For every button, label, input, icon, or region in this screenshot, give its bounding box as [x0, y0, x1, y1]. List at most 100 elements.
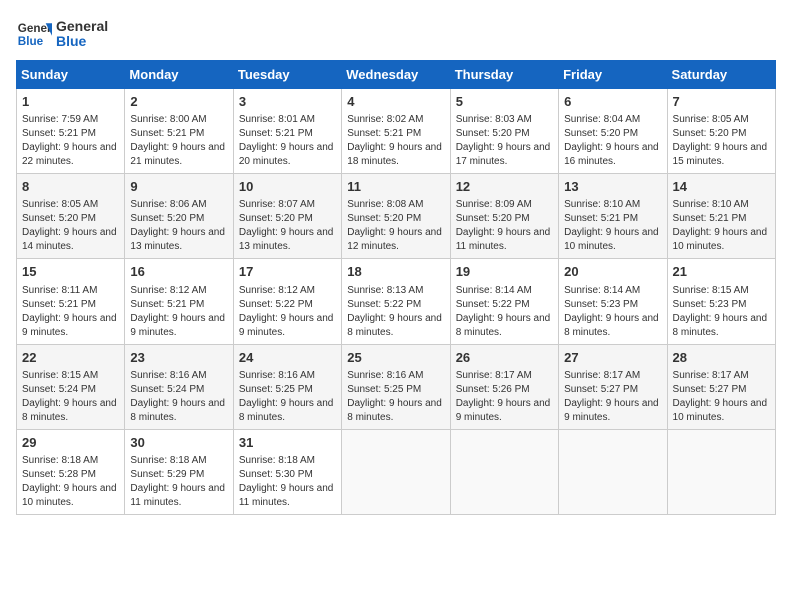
sunset-text: Sunset: 5:21 PM: [130, 128, 204, 139]
day-number: 27: [564, 349, 661, 367]
day-number: 8: [22, 178, 119, 196]
calendar-cell: [342, 429, 450, 514]
daylight-text: Daylight: 9 hours and 8 minutes.: [130, 398, 225, 423]
sunset-text: Sunset: 5:20 PM: [239, 213, 313, 224]
sunrise-text: Sunrise: 8:06 AM: [130, 199, 206, 210]
calendar-week-row: 8 Sunrise: 8:05 AM Sunset: 5:20 PM Daylight…: [17, 174, 776, 259]
day-number: 31: [239, 434, 336, 452]
sunrise-text: Sunrise: 8:00 AM: [130, 114, 206, 125]
calendar-cell: 1 Sunrise: 7:59 AM Sunset: 5:21 PM Daylight…: [17, 89, 125, 174]
calendar-cell: 4Sunrise: 8:02 AMSunset: 5:21 PMDaylight…: [342, 89, 450, 174]
sunrise-text: Sunrise: 8:03 AM: [456, 114, 532, 125]
weekday-header-friday: Friday: [559, 61, 667, 89]
sunset-text: Sunset: 5:21 PM: [22, 299, 96, 310]
sunset-text: Sunset: 5:21 PM: [347, 128, 421, 139]
sunrise-text: Sunrise: 8:01 AM: [239, 114, 315, 125]
calendar-cell: 16Sunrise: 8:12 AMSunset: 5:21 PMDayligh…: [125, 259, 233, 344]
sunrise-text: Sunrise: 8:02 AM: [347, 114, 423, 125]
sunset-text: Sunset: 5:20 PM: [130, 213, 204, 224]
daylight-text: Daylight: 9 hours and 8 minutes.: [673, 313, 768, 338]
sunset-text: Sunset: 5:22 PM: [239, 299, 313, 310]
day-number: 29: [22, 434, 119, 452]
weekday-header-thursday: Thursday: [450, 61, 558, 89]
sunrise-text: Sunrise: 8:18 AM: [239, 455, 315, 466]
day-number: 26: [456, 349, 553, 367]
calendar-cell: 29Sunrise: 8:18 AMSunset: 5:28 PMDayligh…: [17, 429, 125, 514]
calendar-cell: 10 Sunrise: 8:07 AM Sunset: 5:20 PM Dayligh…: [233, 174, 341, 259]
sunrise-text: Sunrise: 8:13 AM: [347, 285, 423, 296]
daylight-text: Daylight: 9 hours and 8 minutes.: [456, 313, 551, 338]
day-number: 11: [347, 178, 444, 196]
sunrise-text: Sunrise: 8:14 AM: [456, 285, 532, 296]
day-number: 3: [239, 93, 336, 111]
daylight-text: Daylight: 9 hours and 8 minutes.: [347, 398, 442, 423]
sunrise-text: Sunrise: 8:05 AM: [22, 199, 98, 210]
daylight-text: Daylight: 9 hours and 8 minutes.: [22, 398, 117, 423]
daylight-text: Daylight: 9 hours and 13 minutes.: [239, 227, 334, 252]
day-number: 19: [456, 263, 553, 281]
calendar-cell: 12Sunrise: 8:09 AMSunset: 5:20 PMDayligh…: [450, 174, 558, 259]
calendar-cell: 30Sunrise: 8:18 AMSunset: 5:29 PMDayligh…: [125, 429, 233, 514]
calendar-cell: 2 Sunrise: 8:00 AM Sunset: 5:21 PM Daylight…: [125, 89, 233, 174]
sunrise-text: Sunrise: 8:16 AM: [239, 370, 315, 381]
sunrise-text: Sunrise: 7:59 AM: [22, 114, 98, 125]
calendar-cell: 25Sunrise: 8:16 AMSunset: 5:25 PMDayligh…: [342, 344, 450, 429]
calendar-cell: [450, 429, 558, 514]
sunrise-text: Sunrise: 8:15 AM: [673, 285, 749, 296]
sunset-text: Sunset: 5:23 PM: [673, 299, 747, 310]
day-number: 12: [456, 178, 553, 196]
sunset-text: Sunset: 5:20 PM: [22, 213, 96, 224]
day-number: 25: [347, 349, 444, 367]
day-number: 10: [239, 178, 336, 196]
logo-blue: Blue: [56, 34, 108, 49]
sunset-text: Sunset: 5:21 PM: [22, 128, 96, 139]
day-number: 17: [239, 263, 336, 281]
sunrise-text: Sunrise: 8:15 AM: [22, 370, 98, 381]
daylight-text: Daylight: 9 hours and 9 minutes.: [130, 313, 225, 338]
calendar-cell: 20Sunrise: 8:14 AMSunset: 5:23 PMDayligh…: [559, 259, 667, 344]
calendar-cell: 23Sunrise: 8:16 AMSunset: 5:24 PMDayligh…: [125, 344, 233, 429]
sunrise-text: Sunrise: 8:07 AM: [239, 199, 315, 210]
calendar-cell: 7Sunrise: 8:05 AMSunset: 5:20 PMDaylight…: [667, 89, 775, 174]
day-number: 1: [22, 93, 119, 111]
day-number: 28: [673, 349, 770, 367]
sunset-text: Sunset: 5:20 PM: [564, 128, 638, 139]
sunset-text: Sunset: 5:30 PM: [239, 469, 313, 480]
sunset-text: Sunset: 5:21 PM: [130, 299, 204, 310]
sunrise-text: Sunrise: 8:04 AM: [564, 114, 640, 125]
sunrise-text: Sunrise: 8:10 AM: [564, 199, 640, 210]
calendar-table: SundayMondayTuesdayWednesdayThursdayFrid…: [16, 60, 776, 515]
weekday-header-tuesday: Tuesday: [233, 61, 341, 89]
sunrise-text: Sunrise: 8:18 AM: [130, 455, 206, 466]
daylight-text: Daylight: 9 hours and 9 minutes.: [564, 398, 659, 423]
sunrise-text: Sunrise: 8:17 AM: [564, 370, 640, 381]
sunrise-text: Sunrise: 8:11 AM: [22, 285, 97, 296]
sunset-text: Sunset: 5:25 PM: [239, 384, 313, 395]
weekday-header-monday: Monday: [125, 61, 233, 89]
daylight-text: Daylight: 9 hours and 22 minutes.: [22, 142, 117, 167]
calendar-cell: 6 Sunrise: 8:04 AM Sunset: 5:20 PM Daylight…: [559, 89, 667, 174]
calendar-cell: 31Sunrise: 8:18 AMSunset: 5:30 PMDayligh…: [233, 429, 341, 514]
calendar-cell: 24Sunrise: 8:16 AMSunset: 5:25 PMDayligh…: [233, 344, 341, 429]
sunrise-text: Sunrise: 8:05 AM: [673, 114, 749, 125]
daylight-text: Daylight: 9 hours and 21 minutes.: [130, 142, 225, 167]
day-number: 21: [673, 263, 770, 281]
calendar-cell: 26Sunrise: 8:17 AMSunset: 5:26 PMDayligh…: [450, 344, 558, 429]
daylight-text: Daylight: 9 hours and 10 minutes.: [673, 227, 768, 252]
sunset-text: Sunset: 5:20 PM: [456, 213, 530, 224]
daylight-text: Daylight: 9 hours and 12 minutes.: [347, 227, 442, 252]
day-number: 9: [130, 178, 227, 196]
daylight-text: Daylight: 9 hours and 8 minutes.: [564, 313, 659, 338]
day-number: 6: [564, 93, 661, 111]
daylight-text: Daylight: 9 hours and 9 minutes.: [22, 313, 117, 338]
day-number: 7: [673, 93, 770, 111]
calendar-cell: 17Sunrise: 8:12 AMSunset: 5:22 PMDayligh…: [233, 259, 341, 344]
sunset-text: Sunset: 5:28 PM: [22, 469, 96, 480]
sunset-text: Sunset: 5:25 PM: [347, 384, 421, 395]
sunrise-text: Sunrise: 8:14 AM: [564, 285, 640, 296]
logo-icon: General Blue: [16, 16, 52, 52]
sunrise-text: Sunrise: 8:10 AM: [673, 199, 749, 210]
day-number: 2: [130, 93, 227, 111]
day-number: 5: [456, 93, 553, 111]
daylight-text: Daylight: 9 hours and 16 minutes.: [564, 142, 659, 167]
